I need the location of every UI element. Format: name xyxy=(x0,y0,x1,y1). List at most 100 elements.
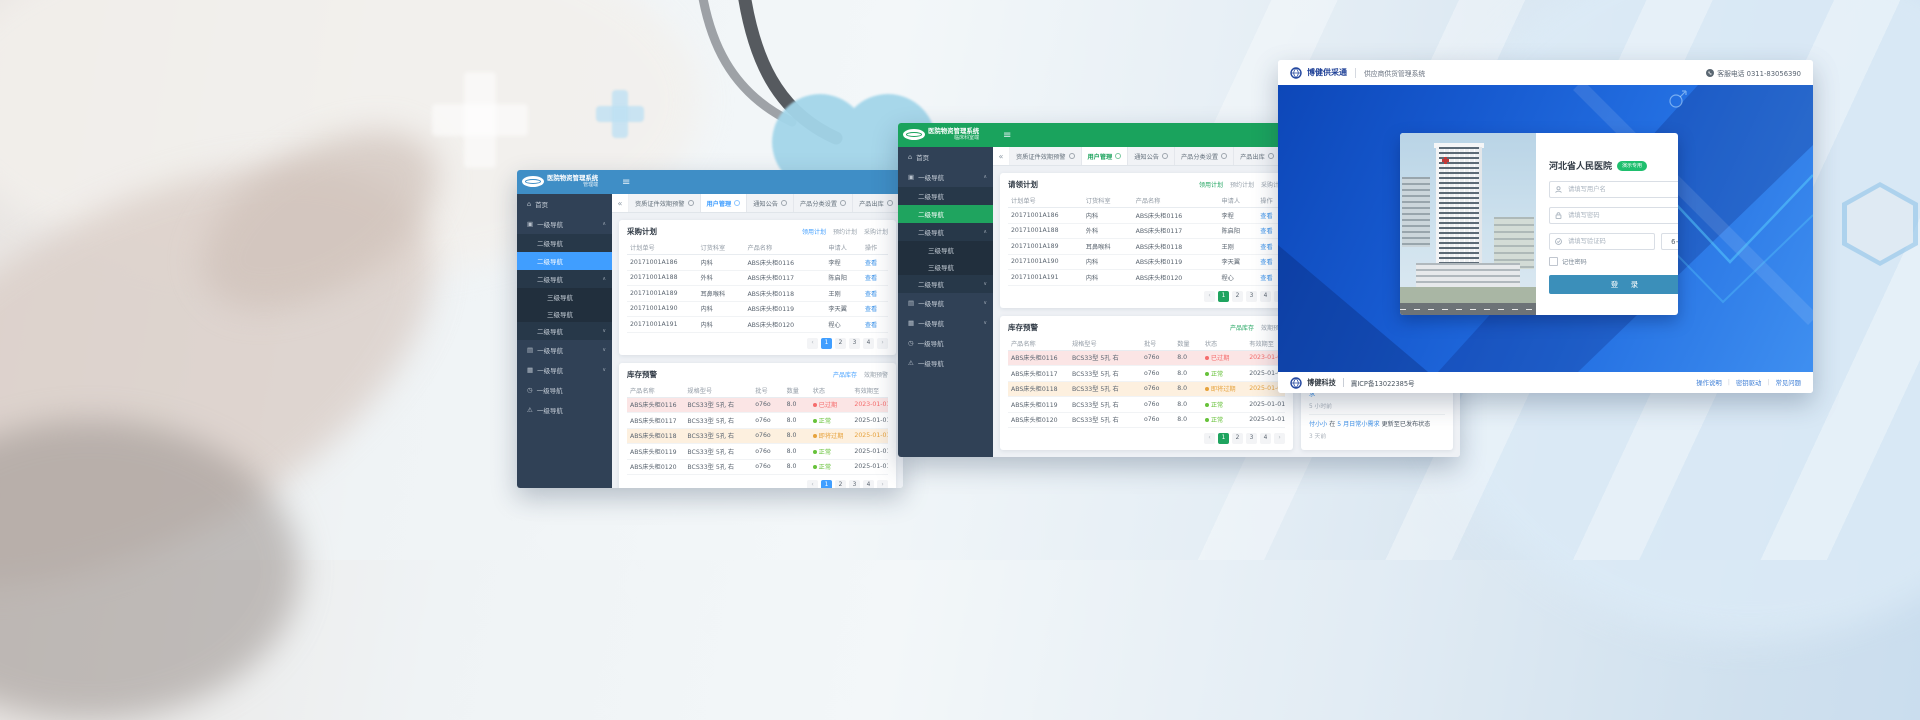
sidebar-item[interactable]: ⌂首页 xyxy=(517,194,612,214)
view-link[interactable]: 查看 xyxy=(865,322,877,329)
cell-plan-no: 20171001A191 xyxy=(1008,274,1083,281)
chevron-down-icon: ∨ xyxy=(602,328,606,334)
page-button[interactable]: 2 xyxy=(1232,433,1243,444)
username-input[interactable] xyxy=(1566,185,1678,194)
page-button[interactable]: 3 xyxy=(1246,433,1257,444)
tab-item[interactable]: 用户管理 xyxy=(1082,147,1129,165)
sidebar-item[interactable]: 三级导航 xyxy=(517,305,612,322)
menu-toggle-icon[interactable]: ≡ xyxy=(1003,130,1011,141)
sidebar-item[interactable]: 二级导航∨ xyxy=(898,275,993,293)
page-button[interactable]: 2 xyxy=(835,338,846,349)
cell-qty: 8.0 xyxy=(784,417,810,424)
view-link[interactable]: 查看 xyxy=(1260,275,1272,282)
page-button[interactable]: 4 xyxy=(1260,291,1271,302)
page-button[interactable]: 2 xyxy=(1232,291,1243,302)
tab-item[interactable]: 通知公告 xyxy=(1128,147,1175,165)
sidebar-item[interactable]: 二级导航∧ xyxy=(517,270,612,288)
page-button[interactable]: 1 xyxy=(821,480,832,488)
collapse-tabs-icon[interactable]: « xyxy=(612,194,629,212)
page-button[interactable]: 3 xyxy=(849,338,860,349)
feed-link[interactable]: 5 月日常小需求 xyxy=(1337,421,1379,428)
page-button[interactable]: 2 xyxy=(835,480,846,488)
tab-item[interactable]: 资质证件效期预警 xyxy=(629,194,701,212)
sidebar-item[interactable]: ⚠一级导航 xyxy=(898,353,993,373)
captcha-input[interactable] xyxy=(1566,237,1649,246)
card-link[interactable]: 领用计划 xyxy=(802,227,826,236)
card-link[interactable]: 预约计划 xyxy=(833,227,857,236)
prev-page-button[interactable]: ‹ xyxy=(807,480,818,488)
tab-item[interactable]: 用户管理 xyxy=(701,194,748,212)
collapse-tabs-icon[interactable]: « xyxy=(993,147,1010,165)
sidebar-item[interactable]: 二级导航 xyxy=(517,234,612,252)
tab-item[interactable]: 产品分类设置 xyxy=(794,194,853,212)
sidebar-item[interactable]: ▤一级导航∨ xyxy=(517,340,612,360)
sidebar-item[interactable]: 二级导航∨ xyxy=(517,322,612,340)
sidebar-item[interactable]: ▦一级导航∨ xyxy=(517,360,612,380)
card-link[interactable]: 效期预警 xyxy=(864,370,888,379)
password-field[interactable] xyxy=(1549,207,1678,224)
next-page-button[interactable]: › xyxy=(1274,433,1285,444)
view-link[interactable]: 查看 xyxy=(1260,213,1272,220)
password-input[interactable] xyxy=(1566,211,1678,220)
footer-link[interactable]: 密钥驱动 xyxy=(1736,378,1762,387)
sidebar-item[interactable]: ◷一级导航 xyxy=(898,333,993,353)
tab-item[interactable]: 通知公告 xyxy=(747,194,794,212)
view-link[interactable]: 查看 xyxy=(1260,228,1272,235)
page-button[interactable]: 4 xyxy=(1260,433,1271,444)
next-page-button[interactable]: › xyxy=(877,480,888,488)
username-field[interactable] xyxy=(1549,181,1678,198)
view-link[interactable]: 查看 xyxy=(1260,259,1272,266)
status-badge: 已过期 xyxy=(819,402,838,409)
sidebar-item[interactable]: 二级导航∧ xyxy=(898,223,993,241)
cell-qty: 8.0 xyxy=(1174,354,1202,361)
card-link[interactable]: 产品库存 xyxy=(1230,323,1254,332)
menu-toggle-icon[interactable]: ≡ xyxy=(622,177,630,188)
card-link[interactable]: 产品库存 xyxy=(833,370,857,379)
prev-page-button[interactable]: ‹ xyxy=(1204,433,1215,444)
sidebar-item[interactable]: ▦一级导航∨ xyxy=(898,313,993,333)
building-left xyxy=(1402,177,1430,247)
tab-item[interactable]: 产品分类设置 xyxy=(1175,147,1234,165)
page-button[interactable]: 1 xyxy=(1218,433,1229,444)
page-button[interactable]: 4 xyxy=(863,338,874,349)
tab-item[interactable]: 产品出库 xyxy=(1234,147,1281,165)
card-link[interactable]: 采购计划 xyxy=(864,227,888,236)
sidebar-item[interactable]: 三级导航 xyxy=(517,288,612,305)
footer-link[interactable]: 操作说明 xyxy=(1696,378,1722,387)
page-button[interactable]: 3 xyxy=(1246,291,1257,302)
view-link[interactable]: 查看 xyxy=(865,260,877,267)
view-link[interactable]: 查看 xyxy=(1260,244,1272,251)
sidebar-item[interactable]: 三级导航 xyxy=(898,241,993,258)
sidebar-item[interactable]: ▣一级导航∧ xyxy=(517,214,612,234)
page-button[interactable]: 1 xyxy=(821,338,832,349)
sidebar-item[interactable]: ⌂首页 xyxy=(898,147,993,167)
remember-checkbox[interactable] xyxy=(1549,257,1558,266)
view-link[interactable]: 查看 xyxy=(865,291,877,298)
sidebar-item[interactable]: 二级导航 xyxy=(517,252,612,270)
next-page-button[interactable]: › xyxy=(877,338,888,349)
card-link[interactable]: 领用计划 xyxy=(1199,180,1223,189)
sidebar-item[interactable]: 二级导航 xyxy=(898,205,993,223)
card-link[interactable]: 预约计划 xyxy=(1230,180,1254,189)
sidebar-item[interactable]: ◷一级导航 xyxy=(517,380,612,400)
view-link[interactable]: 查看 xyxy=(865,275,877,282)
sidebar-item[interactable]: ▤一级导航∨ xyxy=(898,293,993,313)
sidebar-item[interactable]: 二级导航 xyxy=(898,187,993,205)
sidebar-item[interactable]: ⚠一级导航 xyxy=(517,400,612,420)
tab-item[interactable]: 资质证件效期预警 xyxy=(1010,147,1082,165)
page-button[interactable]: 3 xyxy=(849,480,860,488)
page-button[interactable]: 1 xyxy=(1218,291,1229,302)
prev-page-button[interactable]: ‹ xyxy=(1204,291,1215,302)
page-button[interactable]: 4 xyxy=(863,480,874,488)
login-button[interactable]: 登 录 xyxy=(1549,275,1678,294)
feed-link[interactable]: 付小小 xyxy=(1309,421,1327,428)
cell-batch: o76o xyxy=(752,417,783,424)
captcha-question[interactable]: 6+8=? xyxy=(1661,233,1678,250)
prev-page-button[interactable]: ‹ xyxy=(807,338,818,349)
captcha-field[interactable] xyxy=(1549,233,1655,250)
sidebar-item[interactable]: 三级导航 xyxy=(898,258,993,275)
footer-link[interactable]: 常见问题 xyxy=(1775,378,1801,387)
tab-item[interactable]: 产品出库 xyxy=(853,194,900,212)
sidebar-item[interactable]: ▣一级导航∧ xyxy=(898,167,993,187)
view-link[interactable]: 查看 xyxy=(865,306,877,313)
